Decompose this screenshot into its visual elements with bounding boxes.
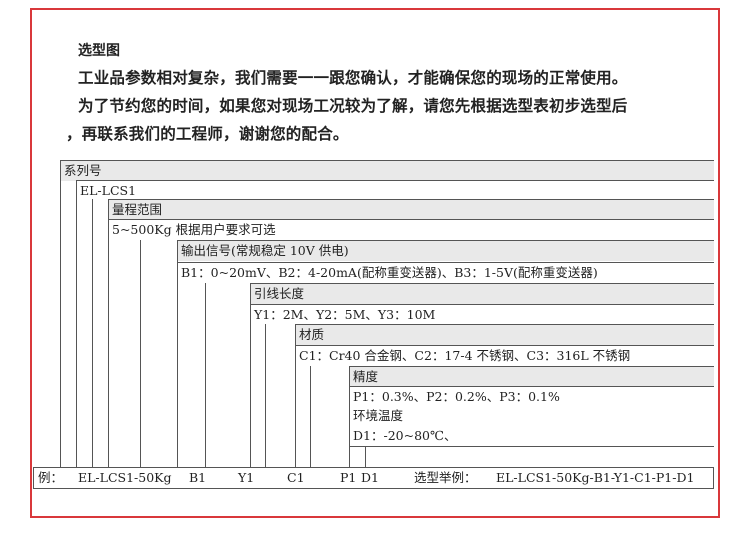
example-model: EL-LCS1-50Kg [78,470,172,485]
series-value: EL-LCS1 [76,180,714,201]
cable-value: Y1：2M、Y2：5M、Y3：10M [250,304,714,325]
material-value: C1：Cr40 合金钢、C2：17-4 不锈钢、C3：316L 不锈钢 [295,345,714,366]
cable-header: 引线长度 [250,283,714,304]
signal-header: 输出信号(常规稳定 10V 供电) [177,240,714,261]
intro-line-1: 工业品参数相对复杂，我们需要一一跟您确认，才能确保您的现场的正常使用。 [78,69,628,87]
intro-line-2: 为了节约您的时间，如果您对现场工况较为了解，请您先根据选型表初步选型后 [78,97,628,115]
connector-line [76,180,77,467]
series-header: 系列号 [60,160,714,181]
range-header: 量程范围 [108,199,714,220]
connector-line [140,240,141,467]
temperature-value: D1：-20~80℃、 [349,426,714,447]
connector-line [60,160,61,467]
connector-line [295,324,296,467]
example-row: 例： EL-LCS1-50Kg B1 Y1 C1 P1 D1 选型举例： EL-… [33,467,714,489]
example-b-code: B1 [189,470,207,485]
connector-line [250,283,251,467]
connector-line [205,283,206,467]
connector-line [365,446,366,467]
connector-line [265,324,266,467]
signal-value: B1：0~20mV、B2：4-20mA(配称重变送器)、B3：1-5V(配称重变… [177,262,714,283]
accuracy-header: 精度 [349,366,714,387]
example-prefix: 例： [38,470,64,485]
material-header: 材质 [295,324,714,345]
connector-line [310,366,311,467]
selection-example-value: EL-LCS1-50Kg-B1-Y1-C1-P1-D1 [496,470,695,485]
temperature-label: 环境温度 [349,406,714,427]
example-y-code: Y1 [238,470,255,485]
connector-line [92,199,93,467]
example-p-code: P1 [340,470,357,485]
connector-line [177,240,178,467]
connector-line [349,366,350,467]
intro-line-3: ，再联系我们的工程师，谢谢您的配合。 [66,125,349,143]
connector-line [108,199,109,467]
range-value: 5~500Kg 根据用户要求可选 [108,219,714,240]
section-title: 选型图 [78,43,120,59]
example-c-code: C1 [287,470,305,485]
example-d-code: D1 [361,470,379,485]
selection-example-label: 选型举例： [414,470,477,485]
accuracy-value: P1：0.3%、P2：0.2%、P3：0.1% [349,386,714,407]
